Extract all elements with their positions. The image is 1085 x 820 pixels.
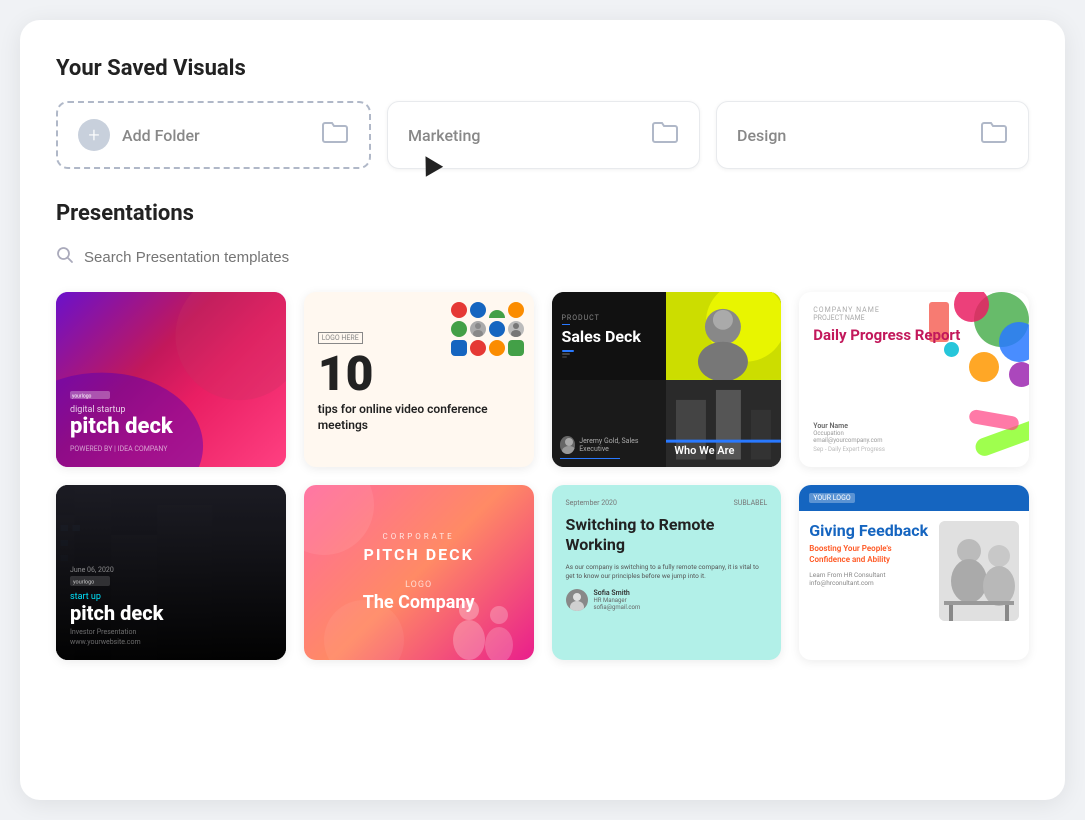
feedback-body: Giving Feedback Boosting Your People's C… (799, 511, 1029, 631)
sales-bottom-left: Jeremy Gold, Sales Executive (552, 380, 667, 468)
presentations-title: Presentations (56, 201, 1029, 226)
tips-logo: LOGO HERE (318, 332, 363, 344)
remote-text: As our company is switching to a fully r… (566, 563, 768, 581)
feedback-right (939, 521, 1019, 621)
add-icon: + (78, 119, 110, 151)
sales-person: Jeremy Gold, Sales Executive (579, 437, 658, 453)
tips-text: tips for online video conference meeting… (318, 402, 520, 433)
design-folder-label: Design (737, 126, 786, 145)
remote-avatar (566, 589, 588, 611)
add-folder-label: Add Folder (122, 126, 200, 145)
sales-bottom-right: Who We Are (666, 380, 781, 468)
feedback-subtitle: Boosting Your People's Confidence and Ab… (809, 544, 931, 565)
remote-title: Switching to Remote Working (566, 515, 768, 555)
progress-email: email@yourcompany.com (813, 437, 885, 444)
svg-text:yourlogo: yourlogo (72, 393, 92, 399)
main-container: Your Saved Visuals + Add Folder Marketin… (20, 20, 1065, 800)
feedback-contact-label: Learn From HR Consultant (809, 571, 931, 579)
page-title: Your Saved Visuals (56, 56, 1029, 81)
folder-icon-marketing (651, 121, 679, 149)
feedback-contact: info@hrconultant.com (809, 579, 931, 587)
startup-title: pitch deck (70, 602, 272, 624)
sales-top-left: PRODUCT Sales Deck (552, 292, 667, 380)
card-remote-working[interactable]: September 2020 SUBLABEL Switching to Rem… (552, 485, 782, 660)
feedback-logo: YOUR LOGO (809, 493, 854, 503)
feedback-header: YOUR LOGO (799, 485, 1029, 511)
remote-person-name: Sofia Smith (594, 589, 641, 597)
progress-company: COMPANY NAME (813, 306, 1015, 314)
pitch-logo: yourlogo (70, 391, 272, 401)
design-folder[interactable]: Design (716, 101, 1029, 169)
marketing-folder-left: Marketing (408, 126, 480, 145)
progress-name: Your Name (813, 422, 885, 430)
progress-project: PROJECT NAME (813, 314, 1015, 322)
sales-top-right (666, 292, 781, 380)
add-folder-button[interactable]: + Add Folder (56, 101, 371, 169)
sales-product-label: PRODUCT (562, 314, 657, 322)
remote-person-role: HR Manager (594, 597, 641, 604)
pitch-title: pitch deck (70, 415, 272, 439)
card-pitch-deck[interactable]: yourlogo digital startup pitch deck POWE… (56, 292, 286, 467)
search-input[interactable] (84, 249, 1029, 266)
remote-sublabel: SUBLABEL (734, 499, 768, 507)
remote-person-email: sofia@gmail.com (594, 604, 641, 611)
corp-logo-label: LOGO (363, 580, 475, 590)
sales-who: Who We Are (674, 444, 734, 457)
svg-text:yourlogo: yourlogo (73, 580, 94, 586)
startup-website: www.yourwebsite.com (70, 638, 272, 646)
card-ten-tips[interactable]: LOGO HERE 10 tips for online video confe… (304, 292, 534, 467)
search-icon (56, 246, 74, 268)
feedback-title: Giving Feedback (809, 521, 931, 540)
startup-logo: yourlogo (70, 576, 272, 588)
progress-info: Your Name Occupation email@yourcompany.c… (813, 422, 885, 453)
folder-icon-add (321, 121, 349, 149)
card-giving-feedback[interactable]: YOUR LOGO Giving Feedback Boosting Your … (799, 485, 1029, 660)
design-folder-left: Design (737, 126, 786, 145)
add-folder-left: + Add Folder (78, 119, 200, 151)
progress-occupation: Occupation (813, 430, 885, 437)
card-sales-deck[interactable]: PRODUCT Sales Deck (552, 292, 782, 467)
card-daily-progress[interactable]: COMPANY NAME PROJECT NAME Daily Progress… (799, 292, 1029, 467)
marketing-folder[interactable]: Marketing (387, 101, 700, 169)
folder-icon-design (980, 121, 1008, 149)
feedback-left: Giving Feedback Boosting Your People's C… (809, 521, 931, 621)
pitch-footer: POWERED BY | IDEA COMPANY (70, 445, 272, 453)
remote-person: Sofia Smith HR Manager sofia@gmail.com (566, 589, 768, 611)
startup-date: June 06, 2020 (70, 566, 272, 574)
progress-date: Sep - Daily Expert Progress (813, 446, 885, 453)
corp-label: CORPORATE (363, 532, 475, 541)
presentations-grid: yourlogo digital startup pitch deck POWE… (56, 292, 1029, 660)
corp-title: PITCH DECK (363, 545, 475, 564)
marketing-folder-label: Marketing (408, 126, 480, 145)
mouse-cursor (417, 151, 443, 177)
sales-title: Sales Deck (562, 327, 657, 346)
tips-number: 10 (318, 350, 520, 398)
card-startup-pitch[interactable]: June 06, 2020 yourlogo start up pitch de… (56, 485, 286, 660)
progress-title: Daily Progress Report (813, 326, 1015, 344)
folders-row: + Add Folder Marketing (56, 101, 1029, 169)
startup-footer: Investor Presentation (70, 628, 272, 636)
card-corporate-pitch[interactable]: CORPORATE PITCH DECK LOGO The Company (304, 485, 534, 660)
search-bar[interactable] (56, 246, 1029, 268)
